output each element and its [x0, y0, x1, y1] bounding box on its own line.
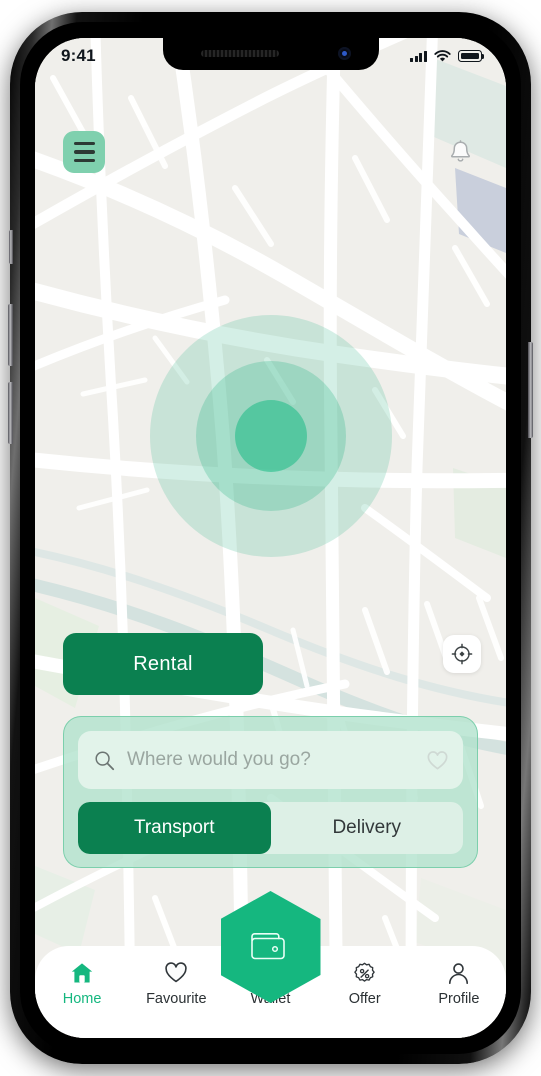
nav-item-profile[interactable]: Profile	[412, 962, 506, 1007]
speaker-grille	[200, 50, 279, 57]
nav-label-favourite: Favourite	[146, 991, 207, 1007]
map-graphics	[35, 38, 506, 1038]
heart-outline-icon	[164, 962, 188, 984]
search-placeholder-text: Where would you go?	[127, 749, 311, 770]
nav-item-home[interactable]: Home	[35, 962, 129, 1007]
bell-icon[interactable]	[440, 132, 480, 172]
search-input[interactable]: Where would you go?	[78, 731, 463, 789]
volume-down-button[interactable]	[8, 382, 13, 444]
status-time: 9:41	[61, 46, 96, 65]
wallet-icon	[250, 933, 285, 960]
power-button[interactable]	[528, 342, 533, 438]
nav-item-offer[interactable]: Offer	[318, 962, 412, 1007]
map-canvas[interactable]	[35, 38, 506, 1038]
rental-button[interactable]: Rental	[63, 633, 263, 695]
nav-label-offer: Offer	[348, 991, 381, 1007]
phone-screen: 9:41 Rental Where would you go? Transpor…	[35, 38, 506, 1038]
nav-item-favourite[interactable]: Favourite	[129, 962, 223, 1007]
nav-label-profile: Profile	[438, 991, 480, 1007]
heart-outline-icon[interactable]	[426, 750, 449, 771]
battery-fill	[460, 52, 480, 60]
phone-notch	[162, 38, 379, 70]
front-camera	[337, 47, 351, 60]
silent-switch-button[interactable]	[9, 230, 13, 264]
phone-frame: 9:41 Rental Where would you go? Transpor…	[8, 12, 533, 1064]
search-panel: Where would you go? Transport Delivery	[63, 716, 478, 868]
wallet-fab-button[interactable]	[220, 891, 321, 1003]
percent-badge-icon	[353, 962, 376, 984]
wifi-icon	[434, 49, 451, 61]
tab-delivery[interactable]: Delivery	[271, 802, 464, 854]
tab-transport[interactable]: Transport	[78, 802, 271, 854]
cellular-signal-icon	[410, 50, 427, 62]
status-icons	[410, 49, 485, 63]
battery-full-icon	[458, 50, 485, 62]
home-icon	[70, 962, 94, 984]
mode-segmented-control: Transport Delivery	[78, 802, 463, 854]
nav-label-home: Home	[62, 991, 102, 1007]
volume-up-button[interactable]	[8, 304, 13, 366]
magnifier-icon	[95, 750, 115, 770]
crosshair-target-icon[interactable]	[443, 635, 481, 673]
user-icon	[447, 962, 470, 984]
hamburger-menu-icon[interactable]	[63, 131, 105, 173]
